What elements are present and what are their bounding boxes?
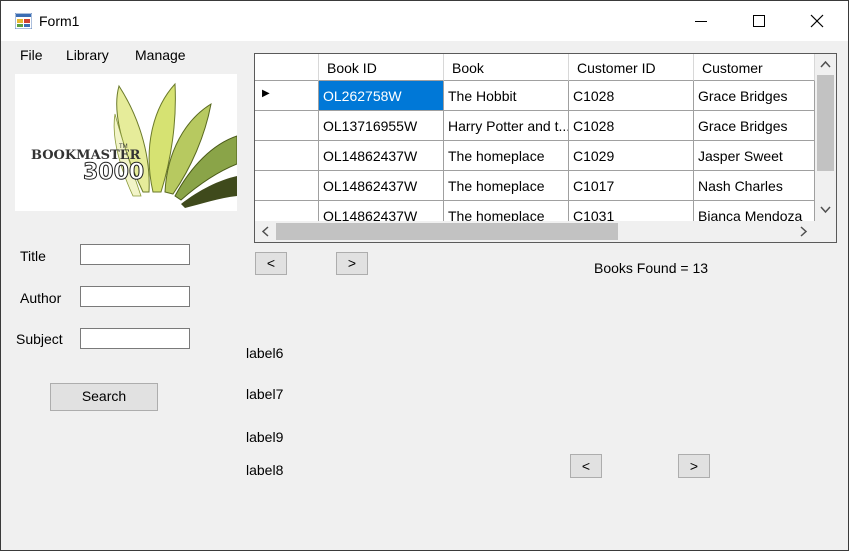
menu-file[interactable]: File	[20, 47, 43, 63]
subject-input[interactable]	[80, 328, 190, 349]
row-header[interactable]	[255, 111, 319, 141]
window-title: Form1	[39, 13, 80, 29]
scroll-left-arrow-icon[interactable]	[261, 226, 269, 237]
column-header-book-id[interactable]: Book ID	[319, 54, 444, 81]
table-cell[interactable]: Harry Potter and t...	[444, 111, 569, 141]
logo-number-text: 3000	[82, 160, 145, 186]
detail-next-button[interactable]: >	[678, 454, 710, 478]
menu-manage[interactable]: Manage	[135, 47, 186, 63]
table-cell[interactable]: C1029	[569, 141, 694, 171]
books-found-label: Books Found = 13	[594, 260, 709, 276]
current-row-indicator-icon: ▶	[262, 88, 270, 99]
menu-library[interactable]: Library	[66, 47, 109, 63]
title-bar[interactable]: Form1	[1, 1, 848, 41]
table-cell[interactable]: OL13716955W	[319, 111, 444, 141]
grid-corner-header	[255, 54, 319, 81]
column-header-book[interactable]: Book	[444, 54, 569, 81]
form-icon	[15, 13, 32, 29]
grid-prev-page-button[interactable]: <	[255, 252, 287, 275]
vertical-scroll-thumb[interactable]	[817, 75, 834, 171]
search-button[interactable]: Search	[50, 383, 158, 411]
label9: label9	[246, 429, 284, 445]
table-cell[interactable]: Grace Bridges	[694, 111, 815, 141]
table-cell[interactable]: The Hobbit	[444, 81, 569, 111]
logo-leaves-image	[113, 82, 238, 208]
table-cell[interactable]: C1017	[569, 171, 694, 201]
author-label: Author	[20, 290, 62, 306]
scroll-corner	[815, 221, 836, 242]
table-cell[interactable]: Jasper Sweet	[694, 141, 815, 171]
title-label: Title	[20, 248, 46, 264]
table-cell[interactable]: Nash Charles	[694, 171, 815, 201]
table-cell[interactable]: The homeplace	[444, 141, 569, 171]
bookmaster-logo: BOOKMASTER TM 3000	[15, 74, 238, 211]
books-grid[interactable]: Book ID Book Customer ID Customer ▶ OL26…	[254, 53, 837, 243]
table-cell[interactable]: C1028	[569, 81, 694, 111]
scroll-down-arrow-icon[interactable]	[820, 206, 831, 214]
close-icon	[810, 14, 824, 28]
minimize-button[interactable]	[673, 1, 731, 41]
scroll-up-arrow-icon[interactable]	[820, 60, 831, 68]
row-header-current[interactable]: ▶	[255, 81, 319, 111]
maximize-button[interactable]	[731, 1, 789, 41]
maximize-icon	[753, 15, 765, 27]
table-cell[interactable]: C1028	[569, 111, 694, 141]
table-cell[interactable]: The homeplace	[444, 171, 569, 201]
table-cell[interactable]: Grace Bridges	[694, 81, 815, 111]
horizontal-scrollbar[interactable]	[255, 221, 815, 242]
close-button[interactable]	[789, 1, 847, 41]
table-cell[interactable]: OL262758W	[319, 81, 444, 111]
subject-label: Subject	[16, 331, 63, 347]
logo-tm-text: TM	[119, 144, 128, 150]
horizontal-scroll-thumb[interactable]	[276, 223, 618, 240]
title-input[interactable]	[80, 244, 190, 265]
column-header-customer-id[interactable]: Customer ID	[569, 54, 694, 81]
scroll-right-arrow-icon[interactable]	[800, 226, 808, 237]
grid-next-page-button[interactable]: >	[336, 252, 368, 275]
main-window: Form1 File Library Manage BOOKMASTER TM …	[0, 0, 849, 551]
table-cell[interactable]: OL14862437W	[319, 141, 444, 171]
label6: label6	[246, 345, 284, 361]
column-header-customer[interactable]: Customer	[694, 54, 815, 81]
row-header[interactable]	[255, 171, 319, 201]
author-input[interactable]	[80, 286, 190, 307]
label8: label8	[246, 462, 284, 478]
detail-prev-button[interactable]: <	[570, 454, 602, 478]
row-header[interactable]	[255, 141, 319, 171]
label7: label7	[246, 386, 284, 402]
table-cell[interactable]: OL14862437W	[319, 171, 444, 201]
minimize-icon	[695, 21, 707, 22]
vertical-scrollbar[interactable]	[815, 54, 836, 221]
